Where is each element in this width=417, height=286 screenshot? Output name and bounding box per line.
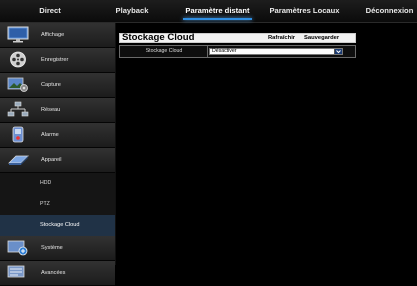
cloud-storage-label: Stockage Cloud [121,46,208,57]
save-button[interactable]: Sauvegarder [304,35,339,41]
tab-parametre-distant[interactable]: Paramètre distant [175,0,260,22]
top-navigation: Direct Playback Paramètre distant Paramè… [0,0,417,23]
sidebar-subitem-label: HDD [40,180,52,186]
sidebar-item-enregistrer[interactable]: Enregistrer [0,48,115,73]
network-icon [7,101,29,117]
cloud-storage-panel: Stockage Cloud Rafraîchir Sauvegarder St… [119,32,356,58]
sidebar-subitem-label: Stockage Cloud [40,222,80,228]
sidebar-item-label: Capture [41,82,61,88]
sidebar-subitem-hdd[interactable]: HDD [0,173,115,194]
select-value: Désactiver [212,48,237,54]
tab-parametres-locaux[interactable]: Paramètres Locaux [262,0,347,22]
tab-playback[interactable]: Playback [108,0,156,22]
device-icon [8,155,29,165]
sidebar-subitem-ptz[interactable]: PTZ [0,194,115,215]
film-reel-icon [10,51,26,68]
sidebar-item-label: Réseau [41,107,61,113]
monitor-icon [7,26,29,43]
panel-header: Stockage Cloud Rafraîchir Sauvegarder [119,32,356,43]
refresh-button[interactable]: Rafraîchir [268,35,295,41]
tab-deconnexion[interactable]: Déconnexion [362,0,417,22]
sidebar-item-reseau[interactable]: Réseau [0,98,115,123]
sidebar-item-affichage[interactable]: Affichage [0,23,115,48]
panel-title: Stockage Cloud [122,32,195,43]
alarm-icon [12,126,24,143]
chevron-down-icon [334,49,342,54]
advanced-icon [7,265,25,278]
sidebar-item-label: Alarme [41,132,59,138]
sidebar-subitem-stockage-cloud[interactable]: Stockage Cloud [0,215,115,236]
sidebar: Affichage Enregistrer Capture Réseau Ala… [0,23,116,286]
system-icon [7,240,28,256]
sidebar-item-label: Affichage [41,32,65,38]
sidebar-item-capture[interactable]: Capture [0,73,115,98]
capture-icon [7,77,28,92]
tab-direct[interactable]: Direct [26,0,74,22]
sidebar-item-appareil[interactable]: Appareil [0,148,115,173]
tab-label: Paramètre distant [185,6,250,15]
sidebar-item-label: Système [41,245,63,251]
sidebar-subitem-label: PTZ [40,201,50,207]
cloud-storage-select[interactable]: Désactiver [209,48,343,55]
sidebar-item-alarme[interactable]: Alarme [0,123,115,148]
sidebar-item-systeme[interactable]: Système [0,236,115,261]
settings-row: Stockage Cloud Désactiver [119,45,356,58]
sidebar-item-label: Appareil [41,157,62,163]
active-tab-underline [183,18,252,20]
sidebar-item-label: Enregistrer [41,57,69,63]
